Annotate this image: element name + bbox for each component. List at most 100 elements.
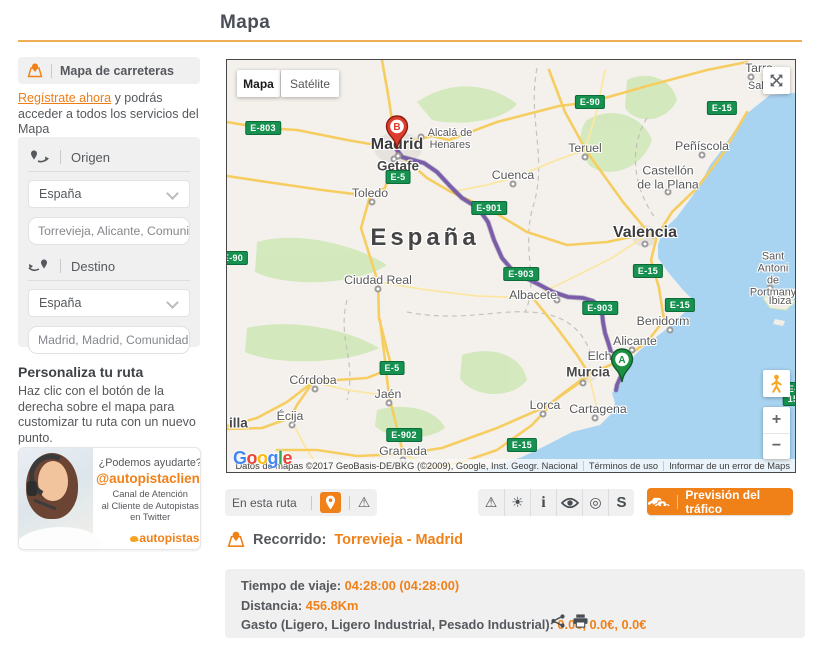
- origin-country-select[interactable]: España: [28, 180, 190, 208]
- destination-input[interactable]: Madrid, Madrid, Comunidad de Ma: [28, 326, 190, 354]
- map-city-label: Albacete: [509, 289, 557, 303]
- map-city-label: Murcia: [566, 366, 610, 381]
- support-line1: Canal de Atención: [96, 489, 201, 501]
- road-badge: E-90: [575, 95, 605, 109]
- incidents-icon[interactable]: ⚠: [478, 489, 504, 516]
- origin-pin-icon: [28, 150, 50, 165]
- pin-icon: [325, 495, 336, 510]
- route-summary-header: Recorrido: Torrevieja - Madrid: [227, 531, 463, 549]
- map-city-label: Lorca: [530, 399, 561, 413]
- map-city-label: Ibiza: [769, 296, 792, 308]
- destination-country-value: España: [39, 296, 81, 310]
- trip-time-value: 04:28:00 (04:28:00): [345, 578, 460, 593]
- map-city-label: Teruel: [568, 142, 602, 156]
- map-city-label: Écija: [277, 410, 304, 424]
- map-city-dot: [580, 380, 587, 387]
- share-print-group: [551, 614, 588, 628]
- route-form: Origen España Torrevieja, Alicante, Comu…: [18, 137, 200, 347]
- map-city-label: Castellón de la Plana: [637, 164, 699, 191]
- twitter-handle: @autopistaclient: [96, 471, 201, 486]
- trip-details-panel: Tiempo de viaje: 04:28:00 (04:28:00) Dis…: [225, 569, 805, 638]
- chevron-down-icon: [166, 187, 179, 200]
- zoom-in-button[interactable]: +: [763, 407, 790, 434]
- fullscreen-icon: [769, 73, 784, 88]
- svg-text:B: B: [393, 122, 400, 133]
- support-banner[interactable]: ¿Podemos ayudarte? @autopistaclient Cana…: [18, 447, 201, 550]
- google-logo[interactable]: Google: [233, 448, 292, 469]
- divider: [311, 496, 312, 510]
- origin-country-value: España: [39, 187, 81, 201]
- map-city-label: Cuenca: [492, 169, 534, 183]
- road-badge: E-15: [707, 101, 737, 115]
- camera-eye-icon[interactable]: [556, 489, 582, 516]
- trip-cost-label: Gasto (Ligero, Ligero Industrial, Pesado…: [241, 617, 554, 632]
- service-areas-icon[interactable]: S: [608, 489, 634, 516]
- map-marker-b[interactable]: B: [385, 115, 409, 156]
- support-line3: en Twitter: [96, 512, 201, 524]
- weather-icon[interactable]: ☀: [504, 489, 530, 516]
- page-title: Mapa: [220, 12, 270, 34]
- zoom-control: + −: [763, 407, 790, 459]
- cars-icon: [647, 495, 670, 508]
- support-banner-text: ¿Podemos ayudarte? @autopistaclient Cana…: [93, 448, 201, 549]
- map-type-button-map[interactable]: Mapa: [237, 70, 280, 97]
- trip-time-label: Tiempo de viaje:: [241, 578, 341, 593]
- route-poi-button[interactable]: [320, 492, 341, 513]
- report-error-link[interactable]: Informar de un error de Maps: [663, 461, 795, 471]
- divider: [60, 259, 61, 273]
- route-summary-label: Recorrido:: [253, 532, 326, 548]
- fullscreen-button[interactable]: [763, 67, 790, 94]
- road-badge: E-903: [582, 301, 618, 315]
- zoom-out-button[interactable]: −: [763, 434, 790, 460]
- personalize-title: Personaliza tu ruta: [18, 364, 143, 380]
- origin-label: Origen: [71, 150, 110, 165]
- trip-cost-row: Gasto (Ligero, Ligero Industrial, Pesado…: [241, 617, 805, 637]
- origin-header: Origen: [28, 147, 190, 167]
- map-city-label: illa: [229, 417, 248, 432]
- sidebar-header: Mapa de carreteras: [18, 57, 200, 84]
- print-button[interactable]: [573, 614, 588, 628]
- support-line2: al Cliente de Autopistas: [96, 501, 201, 513]
- route-incidents-button[interactable]: ⚠: [358, 494, 371, 511]
- info-icon[interactable]: i: [530, 489, 556, 516]
- country-label: España: [370, 224, 479, 252]
- road-map-icon: [27, 63, 43, 79]
- destination-label: Destino: [71, 259, 115, 274]
- map-city-label: Granada: [379, 445, 427, 459]
- map-city-label: Alcalá de Henares: [428, 128, 472, 152]
- road-badge: E-90: [226, 251, 248, 265]
- traffic-forecast-button[interactable]: Previsión del tráfico: [647, 488, 793, 515]
- divider: [51, 64, 52, 78]
- map-attribution: Datos de mapas ©2017 GeoBasis-DE/BKG (©2…: [230, 459, 795, 472]
- map-city-label: Sant Antoni de Portmany: [750, 251, 796, 299]
- target-icon[interactable]: ◎: [582, 489, 608, 516]
- road-badge: E-803: [245, 121, 281, 135]
- origin-input[interactable]: Torrevieja, Alicante, Comunidad V: [28, 217, 190, 245]
- destination-header: Destino: [28, 256, 190, 276]
- trip-distance-value: 456.8Km: [306, 598, 359, 613]
- map-city-label: Cartagena: [569, 403, 626, 417]
- support-question: ¿Podemos ayudarte?: [96, 457, 201, 469]
- trip-time-row: Tiempo de viaje: 04:28:00 (04:28:00): [241, 578, 805, 598]
- register-link[interactable]: Regístrate ahora: [18, 91, 111, 105]
- autopistas-logo: autopistas: [96, 531, 201, 545]
- layers-toolbar: ⚠ ☀ i ◎ S: [478, 489, 634, 516]
- title-divider: [18, 40, 802, 42]
- pegman-icon: [771, 374, 782, 393]
- map-type-button-satellite[interactable]: Satélite: [281, 70, 339, 97]
- map-city-label: Benidorm: [637, 315, 690, 329]
- pegman-control[interactable]: [763, 370, 790, 397]
- terms-link[interactable]: Términos de uso: [583, 461, 663, 471]
- road-badge: E-5: [386, 170, 411, 184]
- map-city-label: Córdoba: [289, 374, 336, 388]
- register-text: Regístrate ahora y podrás acceder a todo…: [18, 91, 204, 138]
- map-canvas[interactable]: MadridAlcalá de HenaresGetafeToledoCuenc…: [226, 59, 796, 473]
- road-badge: E-901: [471, 201, 507, 215]
- traffic-button-label: Previsión del tráfico: [685, 488, 793, 516]
- destination-country-select[interactable]: España: [28, 289, 190, 317]
- share-button[interactable]: [551, 614, 565, 628]
- map-labels: MadridAlcalá de HenaresGetafeToledoCuenc…: [227, 60, 795, 472]
- divider: [28, 171, 190, 172]
- map-marker-a[interactable]: A: [610, 348, 634, 389]
- page-root: Mapa Mapa de carreteras Regístrate ahora…: [0, 0, 820, 653]
